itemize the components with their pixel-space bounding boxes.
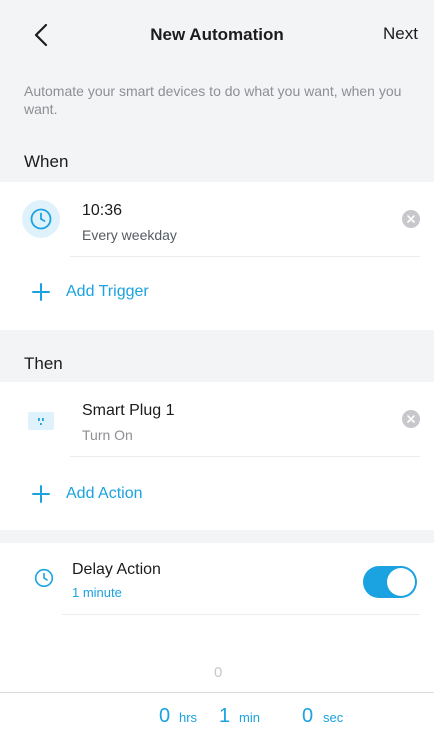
toggle-knob [387, 568, 415, 596]
delay-action-toggle[interactable] [363, 566, 417, 598]
chevron-left-icon [34, 23, 48, 47]
clock-icon [34, 568, 54, 588]
picker-hours-unit: hrs [179, 710, 198, 725]
close-icon [407, 215, 415, 223]
plus-icon [32, 283, 50, 301]
picker-hours-value[interactable]: 0 [159, 705, 170, 728]
trigger-time: 10:36 [82, 202, 123, 219]
divider [70, 456, 420, 457]
action-device: Smart Plug 1 [82, 402, 175, 419]
picker-selection-line [0, 692, 434, 693]
divider [70, 256, 420, 257]
picker-minutes-value[interactable]: 1 [219, 705, 230, 728]
remove-trigger-button[interactable] [402, 210, 420, 228]
then-card: Smart Plug 1 Turn On Add Action [0, 382, 434, 530]
divider [62, 614, 420, 615]
remove-action-button[interactable] [402, 410, 420, 428]
picker-seconds-unit: sec [323, 710, 344, 725]
clock-icon [22, 200, 60, 238]
trigger-row[interactable]: 10:36 Every weekday [0, 182, 434, 256]
add-action-label: Add Action [66, 485, 143, 502]
next-button[interactable]: Next [383, 24, 418, 44]
close-icon [407, 415, 415, 423]
picker-adjacent-value: 0 [214, 664, 223, 681]
nav-bar: New Automation Next [0, 0, 434, 70]
add-action-button[interactable]: Add Action [32, 485, 143, 503]
delay-action-title: Delay Action [72, 561, 161, 578]
when-card: 10:36 Every weekday Add Trigger [0, 182, 434, 330]
plus-icon [32, 485, 50, 503]
when-heading: When [24, 152, 69, 171]
picker-minutes-unit: min [239, 710, 260, 725]
add-trigger-label: Add Trigger [66, 283, 149, 300]
add-trigger-button[interactable]: Add Trigger [32, 283, 149, 301]
then-heading: Then [24, 354, 63, 373]
back-button[interactable] [30, 22, 52, 48]
delay-action-value[interactable]: 1 minute [72, 585, 122, 600]
action-row[interactable]: Smart Plug 1 Turn On [0, 382, 434, 456]
picker-seconds-value[interactable]: 0 [302, 705, 313, 728]
trigger-repeat: Every weekday [82, 227, 177, 243]
action-state: Turn On [82, 427, 133, 443]
smart-plug-icon [26, 410, 56, 432]
page-title: New Automation [150, 25, 284, 44]
page-description: Automate your smart devices to do what y… [24, 83, 402, 117]
